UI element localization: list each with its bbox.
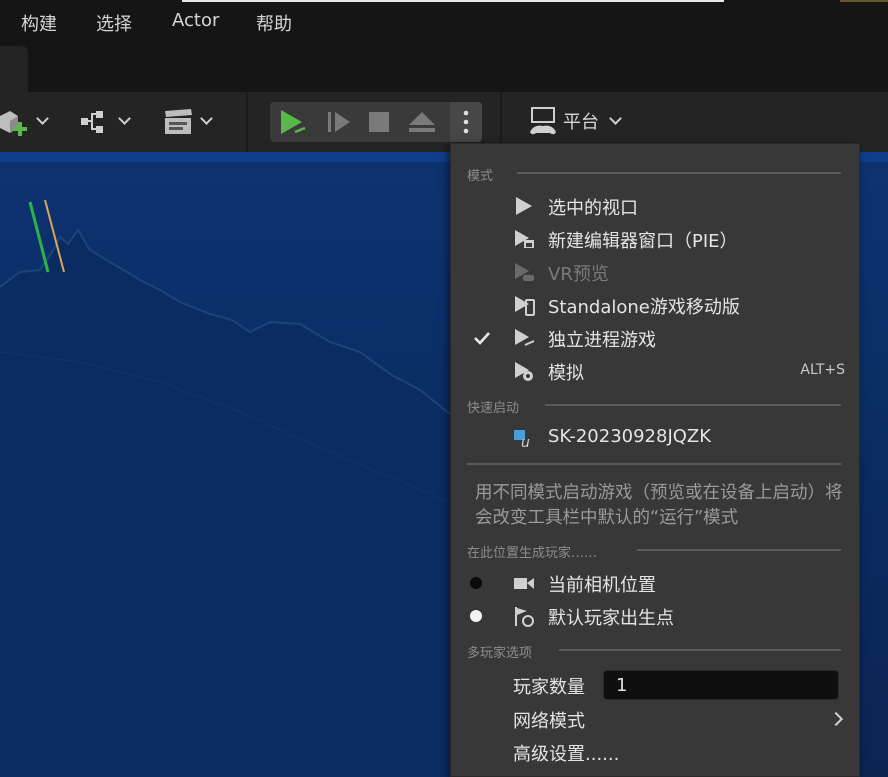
section-divider	[467, 463, 841, 465]
menu-select[interactable]: 选择	[96, 10, 132, 36]
quick-launch-device[interactable]: u SK-20230928JQZK	[451, 421, 859, 454]
net-mode-submenu[interactable]: 网络模式	[451, 702, 859, 735]
mode-item-label: 模拟	[548, 363, 584, 384]
mode-item-label: 新建编辑器窗口（PIE）	[548, 231, 738, 252]
section-divider	[637, 549, 841, 551]
play-options-button[interactable]	[450, 102, 482, 142]
play-controls	[270, 102, 482, 142]
spawn-option-player-start[interactable]: 默认玩家出生点	[451, 599, 859, 632]
blueprint-button[interactable]	[80, 106, 136, 138]
title-bar-edge-accent	[840, 0, 888, 2]
section-header-quick-launch: 快速启动	[467, 401, 520, 416]
play-window-icon	[515, 230, 534, 248]
section-divider	[517, 172, 841, 174]
play-mode-menu: 模式 选中的视口 新建编辑器窗口（PIE） VR预览 Standalone游戏移…	[450, 143, 860, 777]
spawn-option-label: 默认玩家出生点	[548, 608, 674, 629]
section-divider	[559, 649, 841, 651]
tab-strip	[0, 44, 888, 92]
menu-build[interactable]: 构建	[21, 10, 57, 36]
checkmark-icon	[474, 332, 490, 345]
advanced-settings-item[interactable]: 高级设置......	[451, 735, 859, 768]
section-header-mode: 模式	[467, 169, 494, 184]
player-count-input[interactable]: 1	[603, 670, 839, 700]
platform-icon	[530, 107, 556, 135]
mode-item-label: VR预览	[548, 264, 609, 285]
blueprint-icon	[81, 111, 103, 133]
mode-item-vr-preview[interactable]: VR预览	[451, 255, 859, 288]
title-bar-edge	[182, 0, 724, 2]
unreal-device-icon: u	[514, 430, 530, 449]
play-icon[interactable]	[278, 108, 308, 136]
radio-unselected-icon	[470, 577, 482, 589]
player-count-label: 玩家数量	[513, 677, 585, 698]
section-header-spawn: 在此位置生成玩家……	[467, 546, 598, 561]
play-mobile-icon	[515, 296, 535, 316]
mode-item-standalone-game[interactable]: 独立进程游戏	[451, 321, 859, 354]
add-actor-button[interactable]	[0, 106, 56, 138]
net-mode-label: 网络模式	[513, 711, 585, 732]
play-mode-hint: 用不同模式启动游戏（预览或在设备上启动）将会改变工具栏中默认的“运行”模式	[475, 483, 843, 528]
toolbar-divider	[246, 92, 248, 152]
stop-icon[interactable]	[368, 111, 390, 133]
chevron-down-icon	[118, 112, 131, 125]
shortcut-label: ALT+S	[800, 362, 845, 378]
play-vr-icon	[515, 263, 534, 281]
menu-help[interactable]: 帮助	[256, 10, 292, 36]
mode-item-new-editor-window[interactable]: 新建编辑器窗口（PIE）	[451, 222, 859, 255]
mode-item-label: 独立进程游戏	[548, 330, 656, 351]
player-start-icon	[515, 607, 534, 627]
cube-add-icon	[0, 111, 27, 136]
mode-item-label: Standalone游戏移动版	[548, 297, 740, 318]
mode-item-standalone-mobile[interactable]: Standalone游戏移动版	[451, 288, 859, 321]
level-tab[interactable]	[0, 46, 28, 92]
advance-frame-icon[interactable]	[326, 110, 352, 134]
clapperboard-icon	[165, 109, 192, 134]
spawn-option-label: 当前相机位置	[548, 575, 656, 596]
chevron-down-icon	[36, 112, 49, 125]
section-header-multiplayer: 多玩家选项	[467, 646, 533, 661]
play-icon	[516, 197, 532, 215]
radio-selected-icon	[470, 610, 482, 622]
mode-item-label: 选中的视口	[548, 198, 638, 219]
more-options-icon	[463, 110, 469, 134]
svg-text:u: u	[521, 435, 530, 449]
mode-item-selected-viewport[interactable]: 选中的视口	[451, 189, 859, 222]
chevron-down-icon	[609, 112, 622, 125]
camera-icon	[514, 578, 534, 589]
play-standalone-icon	[515, 329, 535, 346]
platform-label: 平台	[563, 112, 599, 133]
menu-bar: 构建 选择 Actor 帮助	[0, 0, 888, 44]
mode-item-simulate[interactable]: 模拟 ALT+S	[451, 354, 859, 387]
menu-actor[interactable]: Actor	[172, 10, 219, 31]
spawn-option-camera[interactable]: 当前相机位置	[451, 566, 859, 599]
simulate-icon	[515, 362, 533, 381]
player-count-value: 1	[616, 675, 628, 696]
device-name: SK-20230928JQZK	[548, 426, 712, 447]
chevron-right-icon	[828, 711, 844, 727]
eject-icon[interactable]	[408, 110, 436, 134]
cinematics-button[interactable]	[164, 106, 220, 138]
section-divider	[545, 404, 841, 406]
advanced-settings-label: 高级设置......	[513, 744, 620, 765]
chevron-down-icon	[200, 112, 213, 125]
